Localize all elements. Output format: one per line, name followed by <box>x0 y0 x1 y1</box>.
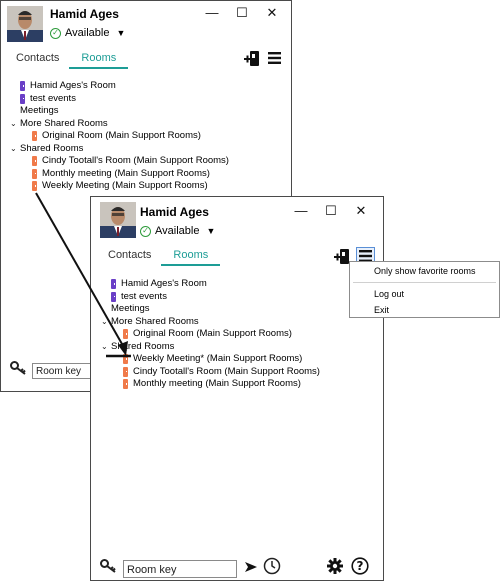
annotation-arrow <box>35 192 131 358</box>
